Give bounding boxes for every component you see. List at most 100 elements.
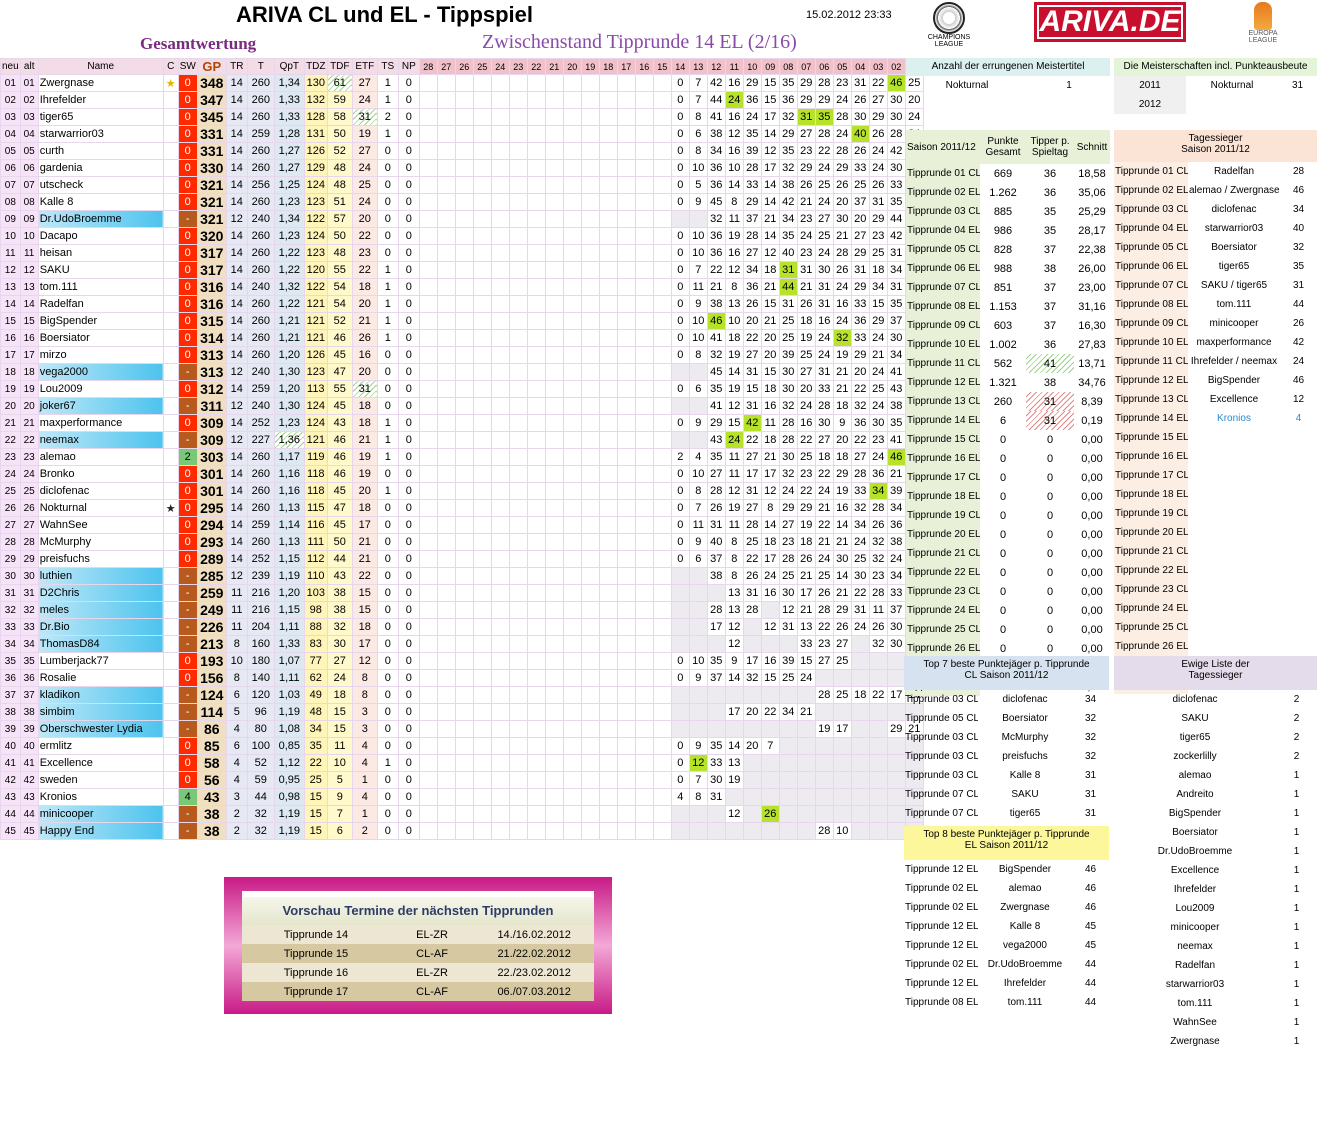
np-value: 0: [397, 567, 420, 585]
matchday-points: 19: [796, 516, 816, 534]
matchday-points: [652, 720, 672, 738]
matchday-points: [562, 244, 582, 262]
tagessieger-row-r: Tipprunde 23 CL: [1114, 580, 1188, 599]
champion-star-icon: [162, 295, 179, 313]
etf-value: 18: [351, 278, 378, 296]
ariva-logo[interactable]: ARIVA.DE: [1034, 2, 1186, 42]
matchday-points: [508, 261, 528, 279]
rank-new: 28: [0, 533, 21, 551]
matchday-points: [472, 499, 492, 517]
table-row: 19 19 Lou2009 0 312 14 259 1,20 113 55 31 0 0 0 6 35 19 1…: [0, 380, 942, 398]
etf-value: 24: [351, 159, 378, 177]
matchday-points: 0: [670, 669, 690, 687]
table-row: 09 09 Dr.UdoBroemme -321 12 240 1,34 122 57 20 0 0 3…: [0, 210, 942, 228]
matchday-points: 0: [670, 346, 690, 364]
qpt-value: 0,85: [273, 737, 305, 755]
matchday-points: 8: [688, 346, 708, 364]
col-header-neu: neu: [0, 58, 21, 75]
matchday-points: [688, 720, 708, 738]
matchday-points: 29: [796, 159, 816, 177]
matchday-points: [688, 363, 708, 381]
top8-row-n: Kalle 8: [1009, 921, 1041, 932]
matchday-points: [742, 805, 762, 823]
saison-row-p: 885: [993, 205, 1013, 218]
tagessieger-row-r: Tipprunde 02 EL: [1114, 181, 1188, 200]
matchday-points: [850, 737, 870, 755]
tagessieger-row-p: [1280, 637, 1317, 656]
qpt-value: 1,13: [273, 499, 305, 517]
gp-value: 331: [196, 142, 227, 160]
qpt-value: 1,20: [273, 346, 305, 364]
matchday-points: 21: [796, 193, 816, 211]
matchday-points: 12: [724, 805, 744, 823]
qpt-value: 1,27: [273, 142, 305, 160]
matchday-points: 31: [742, 482, 762, 500]
tagessieger-row-p: [1280, 580, 1317, 599]
matchday-points: [436, 176, 456, 194]
matchday-points: [526, 533, 546, 551]
top7-row: Tipprunde 03 CL diclofenac 34: [904, 690, 1109, 709]
matchday-points: [562, 125, 582, 143]
saison-row-t: 38: [1043, 376, 1057, 389]
ewige-liste-row: Dr.UdoBroemme 1: [1114, 842, 1317, 861]
matchday-points: 26: [868, 176, 888, 194]
matchday-points: 17: [760, 465, 780, 483]
matchday-points: [544, 159, 564, 177]
matchday-points: [418, 635, 438, 653]
saison-row-t: 0: [1046, 471, 1054, 484]
matchday-points: 8: [688, 788, 708, 806]
etf-value: 21: [351, 550, 378, 568]
matchday-header: 25: [472, 58, 492, 75]
matchday-points: [652, 159, 672, 177]
tagessieger-row: Tipprunde 12 EL BigSpender 46: [1114, 371, 1317, 390]
gp-value: 314: [196, 329, 227, 347]
tdz-value: 121: [303, 295, 328, 313]
matchday-points: [526, 329, 546, 347]
matchday-points: 39: [742, 142, 762, 160]
etf-value: 27: [351, 142, 378, 160]
matchday-points: [436, 244, 456, 262]
matchday-points: [598, 550, 618, 568]
ewige-liste-row-n: Boersiator: [1172, 827, 1218, 838]
matchday-points: [472, 380, 492, 398]
matchday-points: [490, 261, 510, 279]
rank-old: 09: [19, 210, 39, 228]
rank-new: 14: [0, 295, 21, 313]
saison-row-p: 1.321: [989, 376, 1017, 389]
matchday-points: [688, 210, 708, 228]
matchday-points: [472, 278, 492, 296]
ewige-liste-row-n: Zwergnase: [1170, 1036, 1220, 1047]
ewige-liste-row-p: 1: [1293, 865, 1300, 876]
meistertitel-header: Anzahl der errungenen Meistertitel: [906, 58, 1110, 76]
sw-value: 0: [177, 652, 198, 670]
matchday-points: [580, 312, 600, 330]
meisterschaften-row-year: 2011: [1114, 76, 1186, 95]
matchday-points: [436, 312, 456, 330]
matchday-points: [616, 193, 636, 211]
np-value: 0: [397, 771, 420, 789]
rank-old: 39: [19, 720, 39, 738]
matchday-points: [418, 618, 438, 636]
matchday-points: [454, 142, 474, 160]
matchday-points: [598, 108, 618, 126]
matchday-points: [616, 584, 636, 602]
matchday-points: [454, 261, 474, 279]
matchday-points: 33: [814, 380, 834, 398]
ewige-liste-row-p: 1: [1293, 846, 1300, 857]
matchday-points: [598, 771, 618, 789]
table-row: 28 28 McMurphy 0 293 14 260 1,13 111 50 21 0 0 0 9 40 8 2…: [0, 533, 942, 551]
gp-value: 289: [196, 550, 227, 568]
ewige-liste-row-n: starwarrior03: [1165, 979, 1225, 990]
gp-value: 347: [196, 91, 227, 109]
matchday-points: [508, 703, 528, 721]
matchday-points: [454, 652, 474, 670]
matchday-points: 12: [724, 397, 744, 415]
matchday-points: [472, 788, 492, 806]
top7-row-p: 34: [1084, 694, 1097, 705]
tdf-value: 46: [326, 329, 353, 347]
tagessieger-row-n: tiger65: [1218, 261, 1250, 272]
matchday-points: [490, 108, 510, 126]
sw-value: -: [177, 567, 198, 585]
player-name: heisan: [37, 244, 164, 262]
saison-row: Tipprunde 03 CL 885 35 25,29: [906, 202, 1110, 221]
